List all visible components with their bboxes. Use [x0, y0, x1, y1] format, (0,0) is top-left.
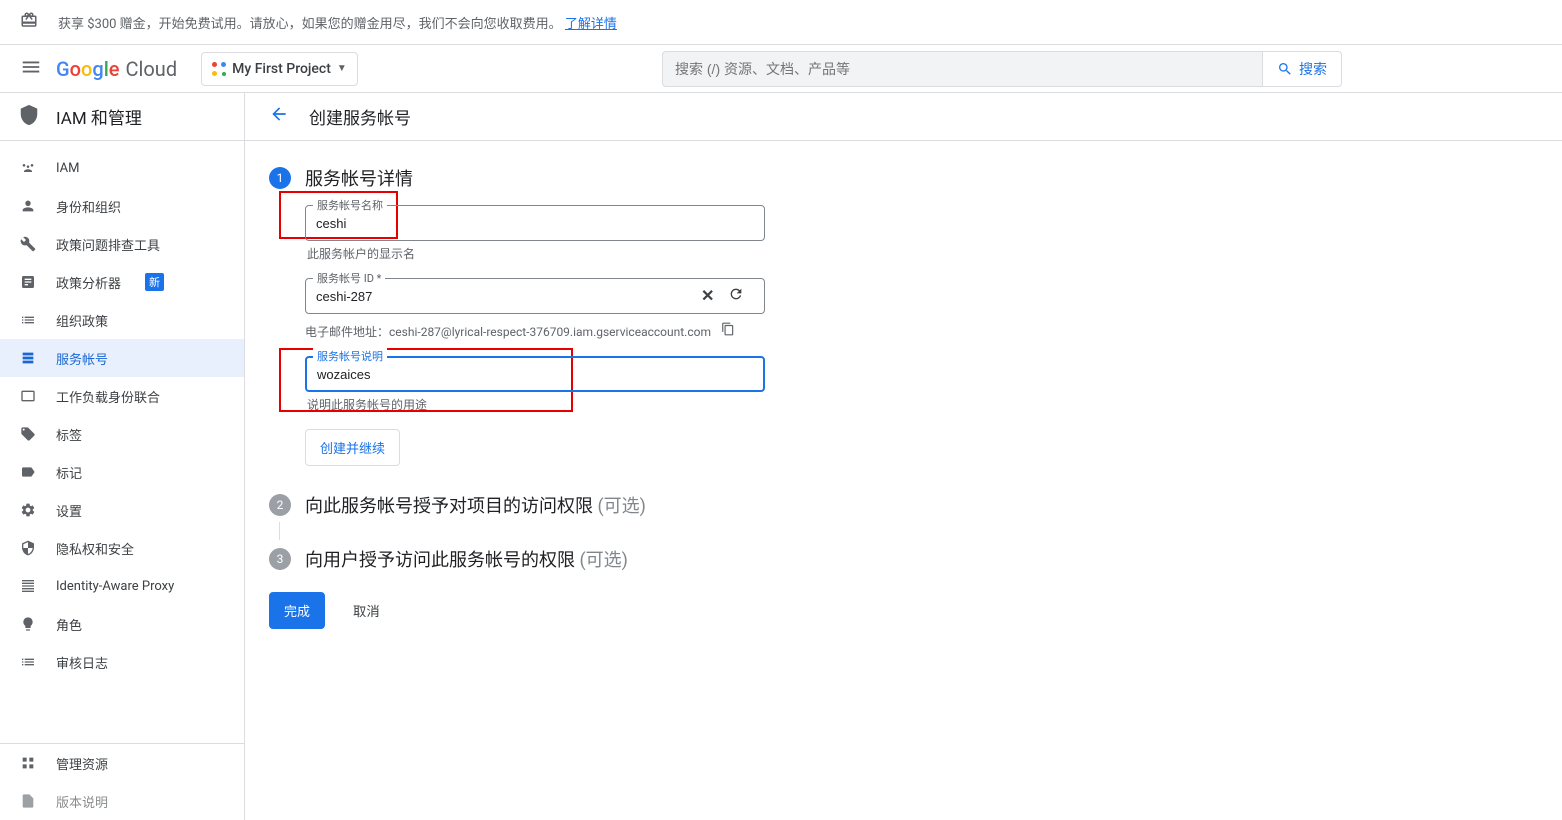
project-name: My First Project: [232, 61, 331, 77]
service-account-icon: [18, 350, 38, 366]
release-notes-icon: [18, 793, 38, 809]
project-picker[interactable]: My First Project ▼: [201, 52, 358, 86]
roles-icon: [18, 616, 38, 632]
sidebar-title: IAM 和管理: [56, 104, 142, 129]
wrench-icon: [18, 236, 38, 252]
gear-icon: [18, 502, 38, 518]
desc-field-label: 服务帐号说明: [313, 348, 387, 364]
hamburger-icon[interactable]: [20, 56, 42, 82]
copy-icon[interactable]: [721, 322, 735, 340]
main-content: 创建服务帐号 1 服务帐号详情 服务帐号名称: [245, 93, 1562, 820]
step-3-header[interactable]: 3 向用户授予访问此服务帐号的权限 (可选): [269, 546, 829, 572]
tag-icon: [18, 464, 38, 480]
workload-icon: [18, 388, 38, 404]
sidebar-item-workload-identity[interactable]: 工作负载身份联合: [0, 377, 244, 415]
done-button[interactable]: 完成: [269, 592, 325, 629]
sidebar-item-identity[interactable]: 身份和组织: [0, 187, 244, 225]
service-account-name-input[interactable]: [316, 216, 754, 231]
iap-icon: [18, 578, 38, 594]
search-icon: [1277, 61, 1293, 77]
step-3-number: 3: [269, 548, 291, 570]
id-field-wrapper: 服务帐号 ID * ✕: [305, 278, 829, 314]
sidebar-item-org-policy[interactable]: 组织政策: [0, 301, 244, 339]
sidebar-header: IAM 和管理: [0, 93, 244, 141]
list-icon: [18, 312, 38, 328]
step-1-number: 1: [269, 167, 291, 189]
sidebar-item-manage-resources[interactable]: 管理资源: [0, 744, 244, 782]
sidebar-item-audit-logs[interactable]: 审核日志: [0, 643, 244, 681]
policy-analyzer-icon: [18, 274, 38, 290]
sidebar-item-privacy[interactable]: 隐私权和安全: [0, 529, 244, 567]
back-arrow-icon[interactable]: [269, 104, 289, 129]
email-row: 电子邮件地址：ceshi-287@lyrical-respect-376709.…: [305, 322, 829, 340]
sidebar-item-labels[interactable]: 标签: [0, 415, 244, 453]
project-dots-icon: [212, 62, 226, 76]
step-1-title: 服务帐号详情: [305, 165, 413, 191]
privacy-icon: [18, 540, 38, 556]
sidebar-item-policy-troubleshoot[interactable]: 政策问题排查工具: [0, 225, 244, 263]
sidebar-item-settings[interactable]: 设置: [0, 491, 244, 529]
desc-helper: 说明此服务帐号的用途: [307, 396, 829, 413]
people-icon: [18, 160, 38, 176]
resources-icon: [18, 755, 38, 771]
step-2-number: 2: [269, 494, 291, 516]
promo-text: 获享 $300 赠金，开始免费试用。请放心，如果您的赠金用尽，我们不会向您收取费…: [58, 13, 617, 32]
search-box[interactable]: [662, 51, 1262, 87]
refresh-icon[interactable]: [728, 286, 744, 306]
person-icon: [18, 198, 38, 214]
google-cloud-logo[interactable]: Google Cloud: [56, 57, 177, 81]
promo-link[interactable]: 了解详情: [565, 17, 617, 32]
label-icon: [18, 426, 38, 442]
sidebar-item-roles[interactable]: 角色: [0, 605, 244, 643]
cancel-button[interactable]: 取消: [339, 593, 394, 628]
shield-icon: [18, 104, 40, 130]
search-button[interactable]: 搜索: [1262, 51, 1342, 87]
promo-bar: 获享 $300 赠金，开始免费试用。请放心，如果您的赠金用尽，我们不会向您收取费…: [0, 0, 1562, 45]
sidebar-item-service-accounts[interactable]: 服务帐号: [0, 339, 244, 377]
step-connector: [279, 522, 280, 540]
gift-icon: [20, 11, 38, 34]
sidebar-item-iam[interactable]: IAM: [0, 149, 244, 187]
sidebar-item-policy-analyzer[interactable]: 政策分析器新: [0, 263, 244, 301]
step-2-header[interactable]: 2 向此服务帐号授予对项目的访问权限 (可选): [269, 492, 829, 518]
name-helper: 此服务帐户的显示名: [307, 245, 829, 262]
page-title: 创建服务帐号: [309, 104, 411, 129]
sidebar-item-tags[interactable]: 标记: [0, 453, 244, 491]
header: Google Cloud My First Project ▼ 搜索: [0, 45, 1562, 93]
clear-icon[interactable]: ✕: [701, 286, 714, 306]
audit-icon: [18, 654, 38, 670]
create-continue-button[interactable]: 创建并继续: [305, 429, 400, 466]
sidebar: IAM 和管理 IAM 身份和组织 政策问题排查工具 政策分析器新 组织政策 服…: [0, 93, 245, 820]
name-field-label: 服务帐号名称: [313, 197, 387, 213]
badge-new: 新: [145, 273, 164, 291]
sidebar-item-iap[interactable]: Identity-Aware Proxy: [0, 567, 244, 605]
service-account-desc-input[interactable]: [317, 367, 753, 382]
sidebar-item-release-notes[interactable]: 版本说明: [0, 782, 244, 820]
step-2-title: 向此服务帐号授予对项目的访问权限 (可选): [305, 492, 646, 518]
service-account-id-input[interactable]: [316, 289, 754, 304]
id-field-label: 服务帐号 ID *: [313, 270, 385, 286]
step-3-title: 向用户授予访问此服务帐号的权限 (可选): [305, 546, 628, 572]
step-1-header: 1 服务帐号详情: [269, 165, 829, 191]
name-field-wrapper: 服务帐号名称: [305, 205, 829, 241]
search-input[interactable]: [675, 61, 1250, 77]
page-header: 创建服务帐号: [245, 93, 1562, 141]
desc-field-wrapper: 服务帐号说明: [305, 356, 829, 392]
chevron-down-icon: ▼: [337, 63, 347, 74]
